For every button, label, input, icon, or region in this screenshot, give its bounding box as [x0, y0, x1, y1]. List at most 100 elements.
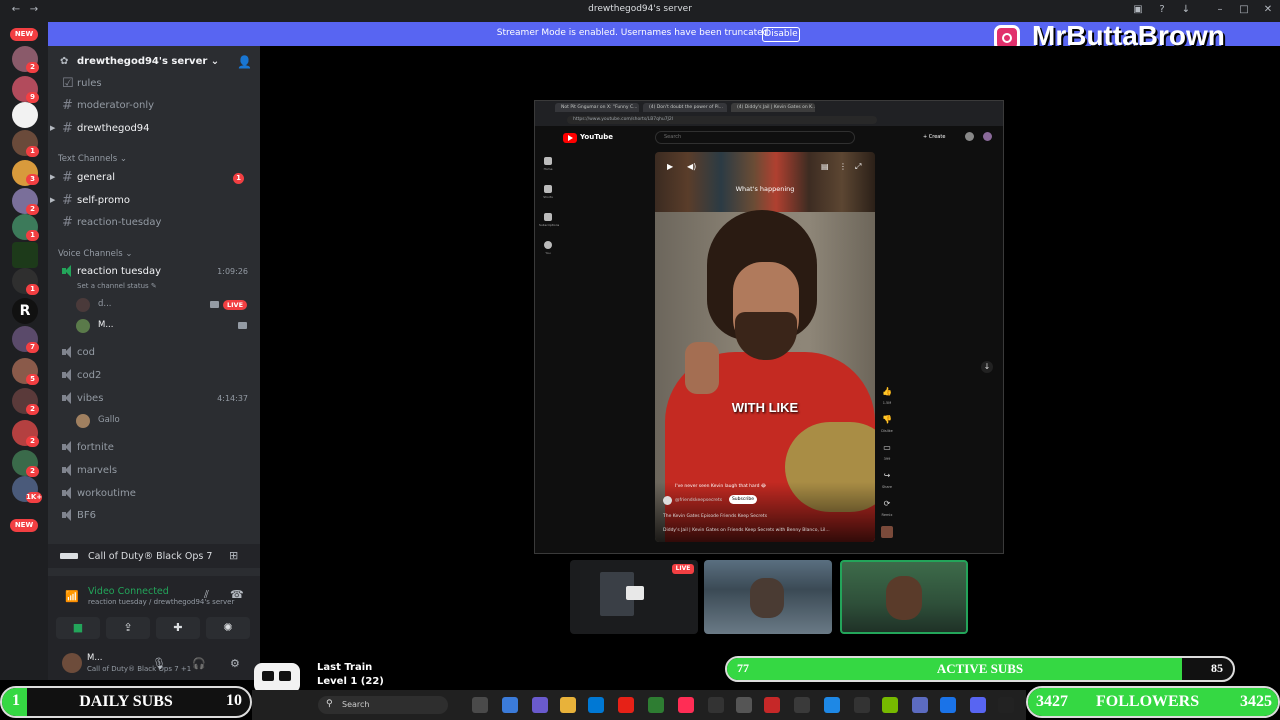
- capcut-icon[interactable]: [794, 697, 810, 713]
- youtube-logo-icon[interactable]: [563, 133, 577, 143]
- minimize-icon[interactable]: –: [1214, 4, 1226, 16]
- voice-channel-vibes[interactable]: vibes 4:14:37: [56, 389, 252, 409]
- share-icon[interactable]: ↪: [879, 471, 895, 485]
- server-icon[interactable]: [12, 102, 38, 128]
- activities-button[interactable]: ✚: [156, 617, 200, 639]
- channel-status[interactable]: Set a channel status ✎: [77, 282, 157, 290]
- voice-channel-cod2[interactable]: cod2: [56, 366, 252, 386]
- invite-icon[interactable]: 👤: [237, 55, 252, 69]
- channel-self-promo[interactable]: ▶ # self-promo: [56, 191, 252, 211]
- help-icon[interactable]: ?: [1156, 4, 1168, 16]
- voice-user[interactable]: Gallo: [76, 412, 252, 430]
- voice-user[interactable]: d... LIVE: [76, 296, 252, 314]
- channel-reaction-tuesday[interactable]: # reaction-tuesday: [56, 213, 252, 233]
- microphone-icon[interactable]: 🎙: [152, 657, 166, 670]
- browser-tab[interactable]: (4) Don't doubt the power of Pi...: [643, 103, 727, 112]
- cod-icon[interactable]: [998, 697, 1014, 713]
- app-icon[interactable]: [854, 697, 870, 713]
- channel-name[interactable]: @friendskeepsecrets: [675, 498, 722, 503]
- notifications-icon[interactable]: [965, 132, 974, 141]
- camera-button[interactable]: ■: [56, 617, 100, 639]
- channel-rules[interactable]: ☑ rules: [56, 74, 252, 94]
- app-icon[interactable]: [912, 697, 928, 713]
- voice-channel-bf6[interactable]: BF6: [56, 506, 252, 526]
- subscribe-button[interactable]: Subscribe: [729, 495, 757, 504]
- obs-icon[interactable]: [708, 697, 724, 713]
- remix-icon[interactable]: ⟳: [879, 499, 895, 513]
- youtube-app-icon[interactable]: [618, 697, 634, 713]
- next-video-icon[interactable]: ↓: [981, 361, 993, 373]
- server-icon[interactable]: [12, 242, 38, 268]
- teams-icon[interactable]: [532, 697, 548, 713]
- dislike-icon[interactable]: 👎: [879, 415, 895, 429]
- you-icon[interactable]: [544, 241, 552, 249]
- file-explorer-icon[interactable]: [560, 697, 576, 713]
- audio-thumbnail[interactable]: [881, 526, 893, 538]
- volume-icon[interactable]: ◀): [687, 162, 696, 171]
- more-icon[interactable]: ⋮: [839, 162, 847, 171]
- discord-icon[interactable]: [970, 697, 986, 713]
- nvidia-icon[interactable]: [882, 697, 898, 713]
- play-icon[interactable]: ▶: [667, 162, 673, 171]
- channel-drewthegod94[interactable]: ▶ # drewthegod94: [56, 119, 252, 139]
- voice-channel-cod[interactable]: cod: [56, 343, 252, 363]
- short-video[interactable]: ▶ ◀) ▤ ⋮ ⤢ What's happening WITH LIKE I'…: [655, 152, 875, 542]
- voice-channel-marvels[interactable]: marvels: [56, 461, 252, 481]
- channel-moderator-only[interactable]: # moderator-only: [56, 96, 252, 116]
- server-header[interactable]: ✿ drewthegod94's server ⌄ 👤: [48, 50, 260, 76]
- app-icon[interactable]: [736, 697, 752, 713]
- create-button[interactable]: + Create: [923, 134, 945, 140]
- maximize-icon[interactable]: □: [1238, 4, 1250, 16]
- task-view-icon[interactable]: [472, 697, 488, 713]
- youtube-search-input[interactable]: Search: [655, 131, 855, 144]
- url-field[interactable]: https://www.youtube.com/shorts/LB7qhu7J2…: [567, 116, 877, 124]
- noise-suppression-icon[interactable]: ⫽: [204, 588, 209, 602]
- captions-icon[interactable]: ▤: [821, 162, 829, 171]
- category-voice-channels[interactable]: Voice Channels ⌄: [58, 249, 132, 259]
- xbox-icon[interactable]: [648, 697, 664, 713]
- opera-icon[interactable]: [764, 697, 780, 713]
- edge-icon[interactable]: [824, 697, 840, 713]
- screen-share-view[interactable]: Not Pit Gngumar on X: "Funny C... (4) Do…: [534, 100, 1004, 554]
- headphones-icon[interactable]: 🎧: [192, 657, 206, 670]
- browser-tab[interactable]: Not Pit Gngumar on X: "Funny C...: [555, 103, 639, 112]
- subscriptions-icon[interactable]: [544, 213, 552, 221]
- comment-icon[interactable]: ▭: [879, 443, 895, 457]
- avatar[interactable]: [983, 132, 992, 141]
- inbox-icon[interactable]: ▣: [1132, 4, 1144, 16]
- category-text-channels[interactable]: Text Channels ⌄: [58, 154, 127, 164]
- soundboard-button[interactable]: ✺: [206, 617, 250, 639]
- voice-channel-reaction-tuesday[interactable]: reaction tuesday 1:09:26: [56, 262, 252, 282]
- taskbar-search-input[interactable]: ⚲ Search: [318, 696, 448, 714]
- voice-connected-status[interactable]: Video Connected: [88, 586, 169, 597]
- gear-icon[interactable]: ⚙: [230, 657, 240, 670]
- fullscreen-icon[interactable]: ⤢: [855, 162, 861, 172]
- like-icon[interactable]: 👍: [879, 387, 895, 401]
- activity-panel[interactable]: Call of Duty® Black Ops 7 ⊞: [48, 544, 260, 568]
- avatar[interactable]: [62, 653, 82, 673]
- disable-streamer-mode-button[interactable]: Disable: [762, 27, 800, 42]
- playlist-label[interactable]: The Kevin Gates Episode Friends Keep Sec…: [663, 514, 767, 519]
- disconnect-icon[interactable]: ☎: [230, 588, 244, 601]
- browser-tab[interactable]: (4) Diddy's Jail | Kevin Gates on K...: [731, 103, 815, 112]
- activity-icon[interactable]: ⊞: [229, 549, 238, 562]
- home-icon[interactable]: [544, 157, 552, 165]
- participant-tile[interactable]: LIVE: [570, 560, 698, 634]
- close-icon[interactable]: ✕: [1262, 4, 1274, 16]
- chrome-icon[interactable]: [940, 697, 956, 713]
- signal-icon[interactable]: 📶: [65, 590, 79, 603]
- shorts-icon[interactable]: [544, 185, 552, 193]
- download-icon[interactable]: ↓: [1180, 4, 1192, 16]
- server-icon[interactable]: R: [12, 298, 38, 324]
- channel-general[interactable]: ▶ # general 1: [56, 168, 252, 188]
- channel-avatar[interactable]: [663, 496, 672, 505]
- tiktok-icon[interactable]: [678, 697, 694, 713]
- participant-tile-selected[interactable]: [840, 560, 968, 634]
- voice-user[interactable]: M...: [76, 317, 252, 335]
- store-icon[interactable]: [588, 697, 604, 713]
- voice-channel-fortnite[interactable]: fortnite: [56, 438, 252, 458]
- voice-channel-workoutime[interactable]: workoutime: [56, 484, 252, 504]
- screen-share-button[interactable]: ⇪: [106, 617, 150, 639]
- copilot-icon[interactable]: [502, 697, 518, 713]
- participant-tile[interactable]: [704, 560, 832, 634]
